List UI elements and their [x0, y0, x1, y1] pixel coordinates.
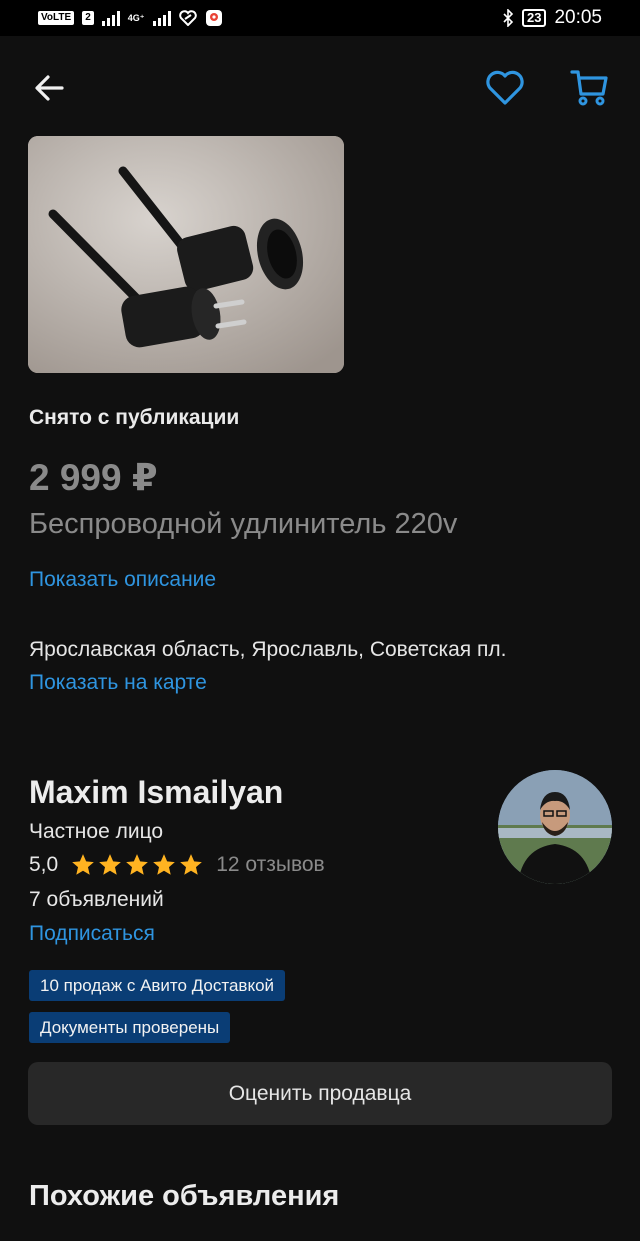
favorite-button[interactable]: [482, 64, 528, 110]
subscribe-link[interactable]: Подписаться: [29, 922, 155, 946]
sim-indicator: 2: [82, 11, 94, 25]
top-app-bar: [0, 62, 640, 112]
bluetooth-icon: [503, 9, 514, 27]
similar-listings-heading: Похожие объявления: [29, 1180, 340, 1212]
seller-name[interactable]: Maxim Ismailyan: [29, 774, 283, 811]
app-notification-icon: [178, 10, 197, 26]
clock: 20:05: [554, 7, 602, 28]
delivery-sales-badge[interactable]: 10 продаж с Авито Доставкой: [29, 970, 286, 1001]
star-icon: [72, 854, 95, 875]
star-icon: [99, 854, 122, 875]
rating-stars: [70, 852, 204, 878]
status-bar: VoLTE 2 4G⁺ 23 20:05: [0, 0, 640, 36]
reviews-count[interactable]: 12 отзывов: [216, 853, 325, 877]
heart-icon: [486, 70, 524, 105]
rate-seller-button[interactable]: Оценить продавца: [28, 1062, 612, 1125]
back-button[interactable]: [28, 66, 72, 110]
maps-app-icon: [205, 10, 222, 26]
cart-icon: [570, 70, 608, 106]
seller-type: Частное лицо: [29, 820, 164, 843]
star-icon: [180, 854, 203, 875]
avatar-image: [498, 770, 612, 884]
volte-indicator: VoLTE: [38, 11, 75, 25]
listing-photo[interactable]: [28, 136, 344, 373]
show-description-link[interactable]: Показать описание: [29, 568, 216, 592]
seller-avatar[interactable]: [498, 770, 612, 884]
listing-status: Снято с публикации: [29, 406, 240, 429]
network-type: 4G⁺: [127, 12, 145, 23]
listing-price: 2 999 ₽: [29, 457, 158, 498]
seller-rating[interactable]: 5,0 12 отзывов: [29, 852, 325, 878]
documents-verified-badge[interactable]: Документы проверены: [29, 1012, 231, 1043]
signal-icon-2: [152, 10, 171, 26]
star-icon: [153, 854, 176, 875]
show-on-map-link[interactable]: Показать на карте: [29, 671, 207, 695]
star-icon: [126, 854, 149, 875]
product-image: [28, 136, 344, 373]
signal-icon: [101, 10, 120, 26]
rating-value: 5,0: [29, 853, 59, 876]
seller-ads-count[interactable]: 7 объявлений: [29, 888, 164, 912]
battery-icon: 23: [521, 9, 547, 27]
rate-seller-label: Оценить продавца: [228, 1081, 412, 1105]
listing-address: Ярославская область, Ярославль, Советска…: [29, 638, 507, 661]
cart-button[interactable]: [566, 64, 612, 110]
back-arrow-icon: [35, 75, 64, 101]
listing-title: Беспроводной удлинитель 220v: [29, 508, 458, 540]
